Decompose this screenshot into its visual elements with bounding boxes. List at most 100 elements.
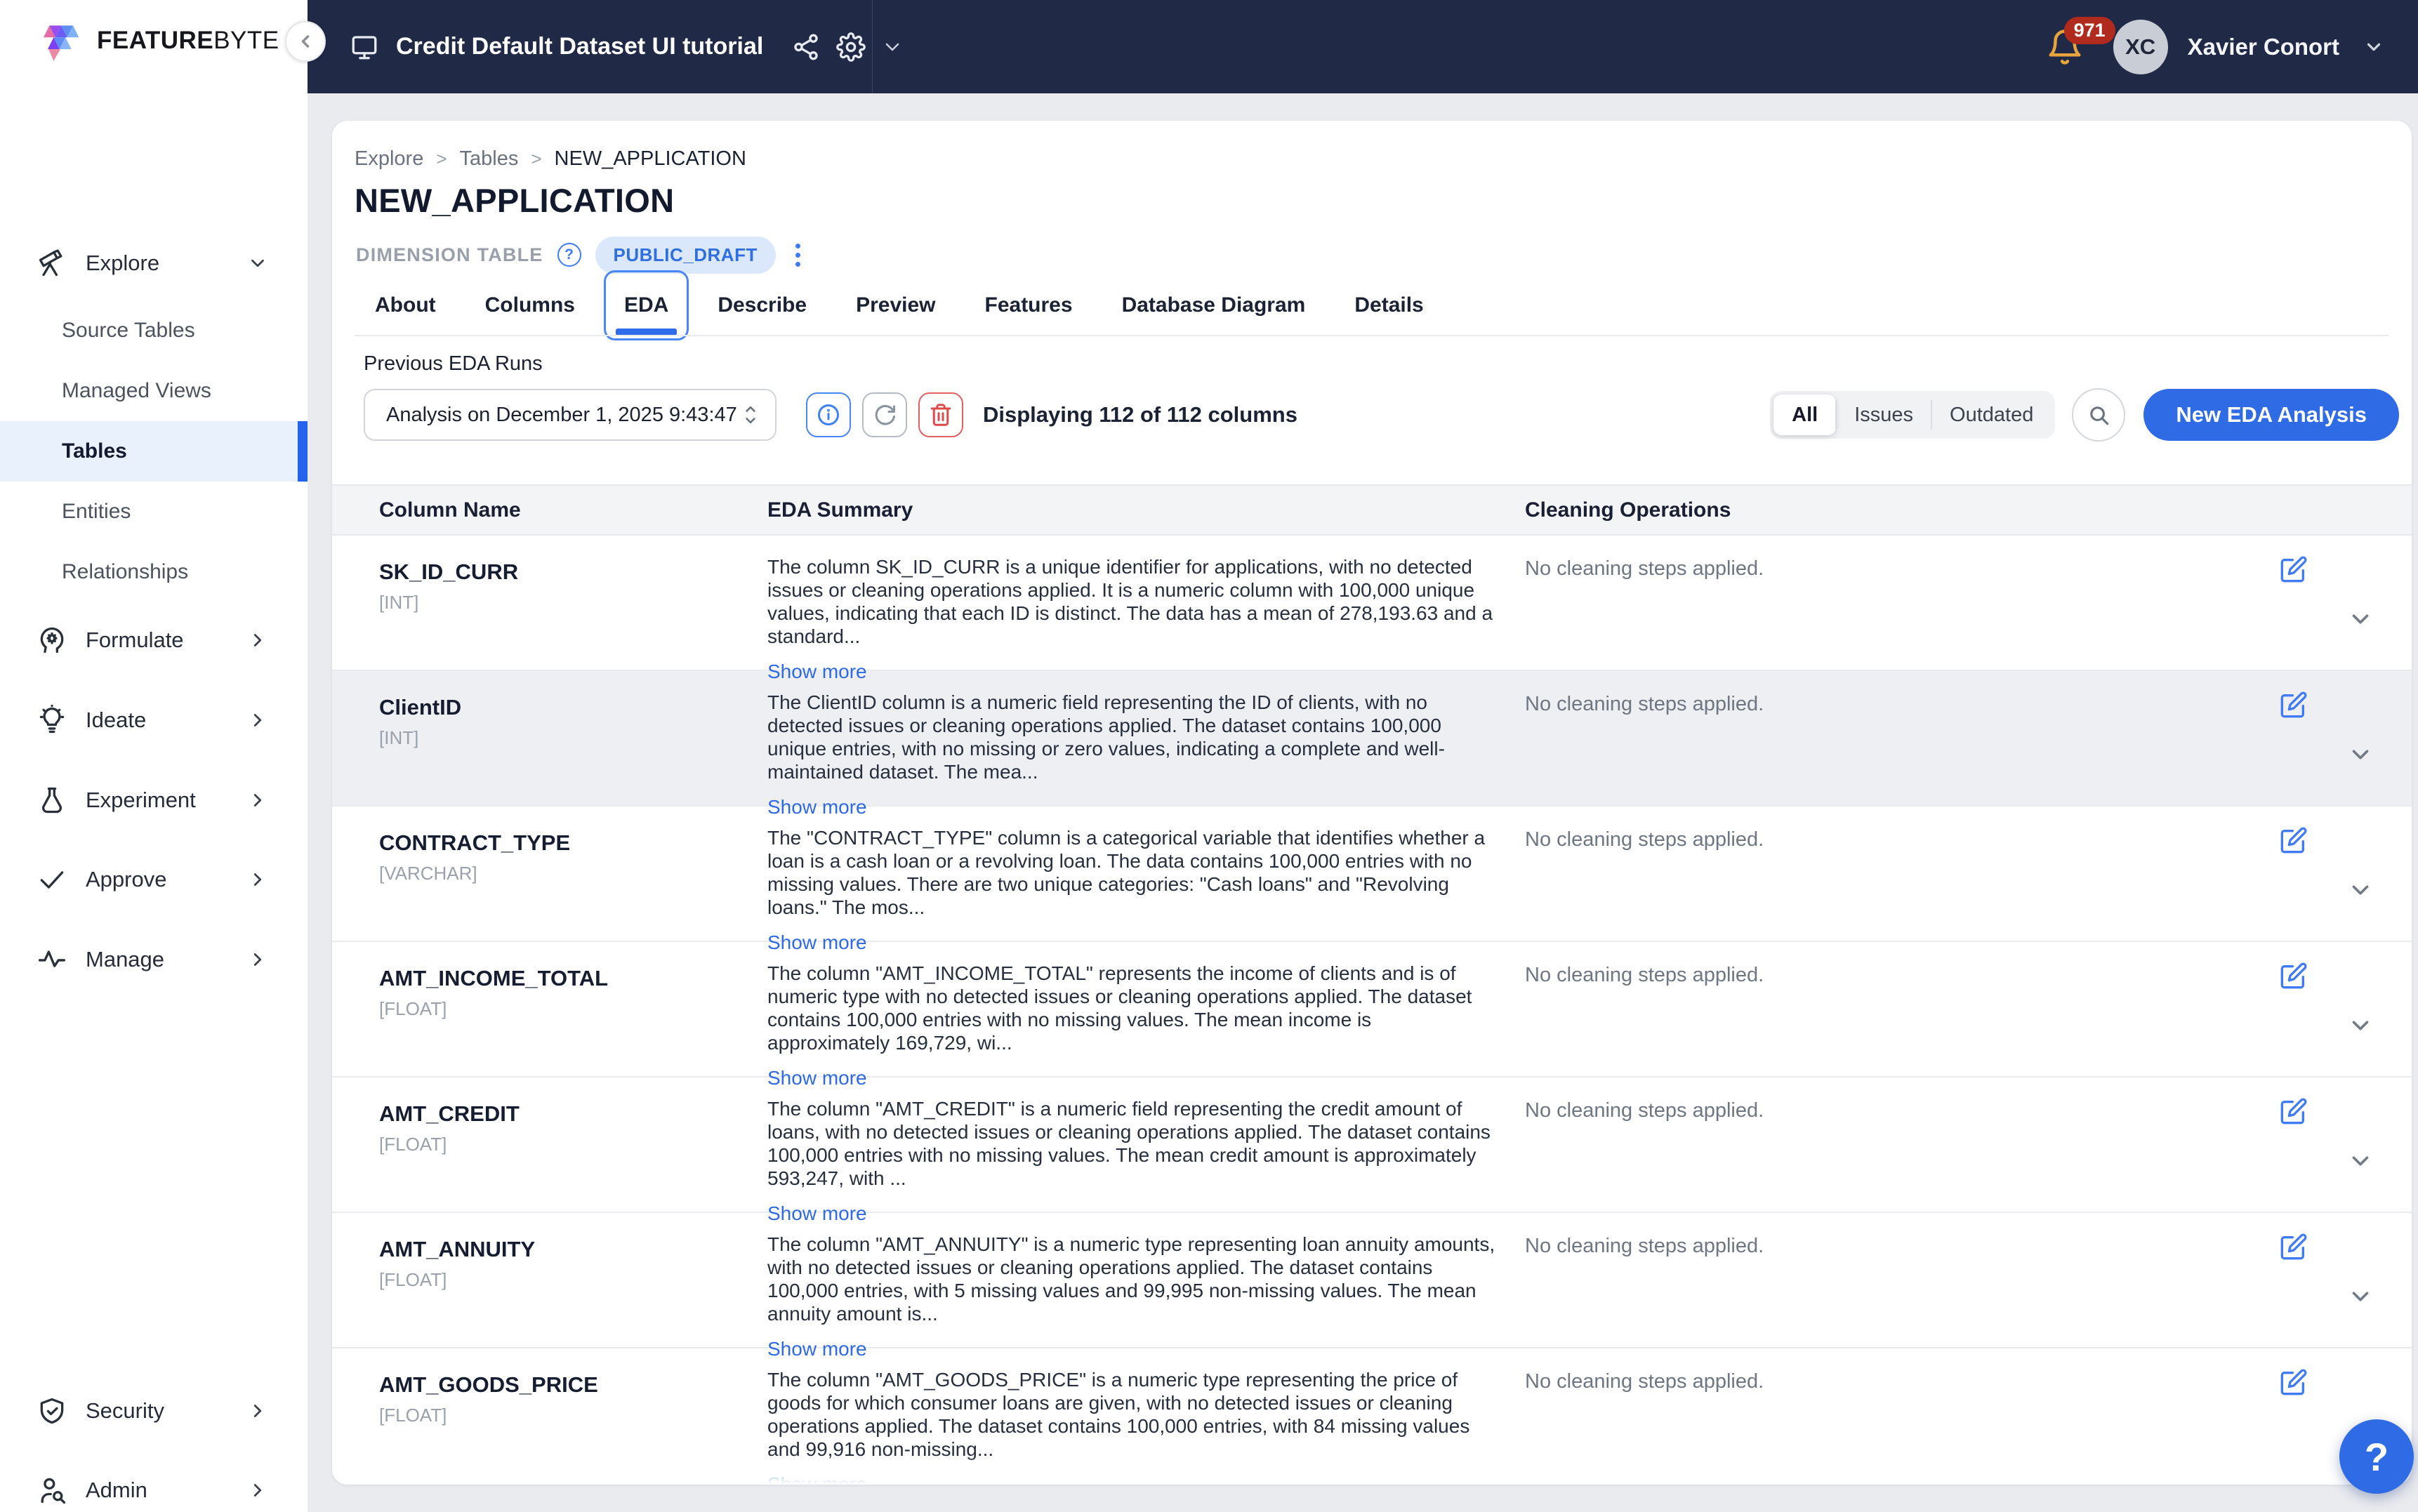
search-icon (2087, 403, 2110, 427)
pulse-icon (37, 944, 67, 975)
edit-cleaning-button[interactable] (2280, 555, 2308, 583)
chevron-down-icon (2347, 606, 2374, 632)
table-row[interactable]: AMT_GOODS_PRICE [FLOAT] The column "AMT_… (332, 1348, 2412, 1484)
tab-eda[interactable]: EDA (604, 270, 689, 340)
search-button[interactable] (2072, 388, 2125, 442)
help-fab-button[interactable]: ? (2339, 1419, 2414, 1494)
filter-all[interactable]: All (1773, 394, 1836, 435)
eda-run-select[interactable]: Analysis on December 1, 2025 9:43:47 AM (364, 389, 777, 441)
tab-features[interactable]: Features (965, 270, 1093, 340)
tab-columns[interactable]: Columns (465, 270, 595, 340)
sidebar-item-source-tables[interactable]: Source Tables (0, 300, 308, 361)
tab-about[interactable]: About (355, 270, 456, 340)
table-row[interactable]: AMT_ANNUITY [FLOAT] The column "AMT_ANNU… (332, 1213, 2412, 1348)
flask-icon (37, 785, 67, 816)
eda-run-selected-value: Analysis on December 1, 2025 9:43:47 AM (386, 404, 741, 427)
table-detail-card: Explore > Tables > NEW_APPLICATION NEW_A… (332, 121, 2412, 1485)
eda-summary-text: The ClientID column is a numeric field r… (767, 691, 1495, 783)
avatar[interactable]: XC (2113, 20, 2168, 74)
tabs-divider (355, 335, 2389, 336)
new-eda-analysis-button[interactable]: New EDA Analysis (2143, 389, 2399, 441)
column-name: AMT_INCOME_TOTAL (379, 966, 767, 991)
chevron-right-icon (247, 1480, 268, 1501)
show-more-link[interactable]: Show more (767, 1473, 867, 1485)
sidebar-item-tables[interactable]: Tables (0, 421, 308, 482)
sidebar-collapse-button[interactable] (285, 21, 326, 62)
column-type: [INT] (379, 592, 767, 614)
sidebar-item-relationships[interactable]: Relationships (0, 542, 308, 602)
column-type: [FLOAT] (379, 998, 767, 1020)
sidebar-item-manage[interactable]: Manage (0, 928, 308, 991)
row-expand-chevron[interactable] (2347, 606, 2374, 632)
chevron-left-icon (296, 32, 315, 51)
breadcrumb-tables[interactable]: Tables (460, 147, 519, 171)
table-row[interactable]: SK_ID_CURR [INT] The column SK_ID_CURR i… (332, 536, 2412, 671)
tab-describe[interactable]: Describe (697, 270, 827, 340)
edit-cleaning-button[interactable] (2280, 962, 2308, 990)
sidebar-item-label: Security (86, 1398, 164, 1424)
chevron-down-icon[interactable] (881, 36, 904, 58)
sidebar-item-experiment[interactable]: Experiment (0, 769, 308, 832)
eda-table-header: Column Name EDA Summary Cleaning Operati… (332, 484, 2412, 536)
sidebar-item-formulate[interactable]: Formulate (0, 609, 308, 672)
breadcrumb-current: NEW_APPLICATION (555, 147, 746, 171)
filter-outdated[interactable]: Outdated (1931, 394, 2052, 435)
edit-cleaning-button[interactable] (2280, 826, 2308, 854)
tab-details[interactable]: Details (1334, 270, 1443, 340)
chevron-down-icon (2347, 1012, 2374, 1039)
edit-pencil-icon (2280, 1233, 2308, 1261)
tab-preview[interactable]: Preview (835, 270, 956, 340)
run-info-button[interactable] (806, 392, 851, 437)
table-row[interactable]: AMT_INCOME_TOTAL [FLOAT] The column "AMT… (332, 942, 2412, 1077)
row-expand-chevron[interactable] (2347, 1148, 2374, 1174)
sidebar-item-admin[interactable]: Admin (0, 1459, 308, 1512)
brand-name: FEATUREBYTE (97, 27, 279, 55)
cleaning-operations-text: No cleaning steps applied. (1525, 1077, 2278, 1225)
gear-icon[interactable] (836, 32, 866, 62)
edit-cleaning-button[interactable] (2280, 691, 2308, 719)
row-expand-chevron[interactable] (2347, 1012, 2374, 1039)
sidebar-item-entities[interactable]: Entities (0, 482, 308, 542)
sidebar-item-label: Approve (86, 867, 166, 892)
share-icon[interactable] (791, 32, 821, 62)
sidebar-item-ideate[interactable]: Ideate (0, 689, 308, 752)
row-expand-chevron[interactable] (2347, 1283, 2374, 1310)
sidebar-item-approve[interactable]: Approve (0, 848, 308, 911)
column-header-summary: EDA Summary (767, 498, 1525, 522)
breadcrumb-explore[interactable]: Explore (355, 147, 423, 171)
kebab-menu-icon[interactable] (790, 241, 806, 270)
edit-cleaning-button[interactable] (2280, 1097, 2308, 1125)
edit-cleaning-button[interactable] (2280, 1368, 2308, 1396)
sidebar-item-label: Formulate (86, 628, 184, 653)
row-expand-chevron[interactable] (2347, 877, 2374, 903)
help-circle-icon[interactable]: ? (557, 243, 581, 267)
run-refresh-button[interactable] (862, 392, 907, 437)
chevron-right-icon (247, 710, 268, 731)
edit-pencil-icon (2280, 1368, 2308, 1396)
user-name[interactable]: Xavier Conort (2188, 34, 2339, 60)
sidebar-item-explore[interactable]: Explore (0, 232, 308, 295)
table-row[interactable]: ClientID [INT] The ClientID column is a … (332, 671, 2412, 807)
column-name: ClientID (379, 695, 767, 720)
chevron-down-icon (2347, 741, 2374, 768)
tab-database-diagram[interactable]: Database Diagram (1102, 270, 1326, 340)
notifications-bell-icon[interactable]: 971 (2046, 28, 2084, 66)
column-type: [FLOAT] (379, 1134, 767, 1155)
table-row[interactable]: AMT_CREDIT [FLOAT] The column "AMT_CREDI… (332, 1077, 2412, 1213)
checkmark-icon (37, 864, 67, 895)
chevron-right-icon (247, 630, 268, 651)
table-row[interactable]: CONTRACT_TYPE [VARCHAR] The "CONTRACT_TY… (332, 807, 2412, 942)
chevron-down-icon[interactable] (2363, 37, 2384, 58)
column-name: SK_ID_CURR (379, 559, 767, 585)
chevron-down-icon (2347, 1283, 2374, 1310)
edit-cleaning-button[interactable] (2280, 1233, 2308, 1261)
run-delete-button[interactable] (918, 392, 963, 437)
sidebar-item-managed-views[interactable]: Managed Views (0, 361, 308, 421)
eda-summary-text: The column "AMT_GOODS_PRICE" is a numeri… (767, 1368, 1495, 1461)
sidebar-item-security[interactable]: Security (0, 1379, 308, 1443)
chevron-down-icon (2347, 1148, 2374, 1174)
row-expand-chevron[interactable] (2347, 741, 2374, 768)
filter-issues[interactable]: Issues (1836, 394, 1931, 435)
info-icon (816, 402, 841, 427)
monitor-icon (350, 32, 379, 62)
